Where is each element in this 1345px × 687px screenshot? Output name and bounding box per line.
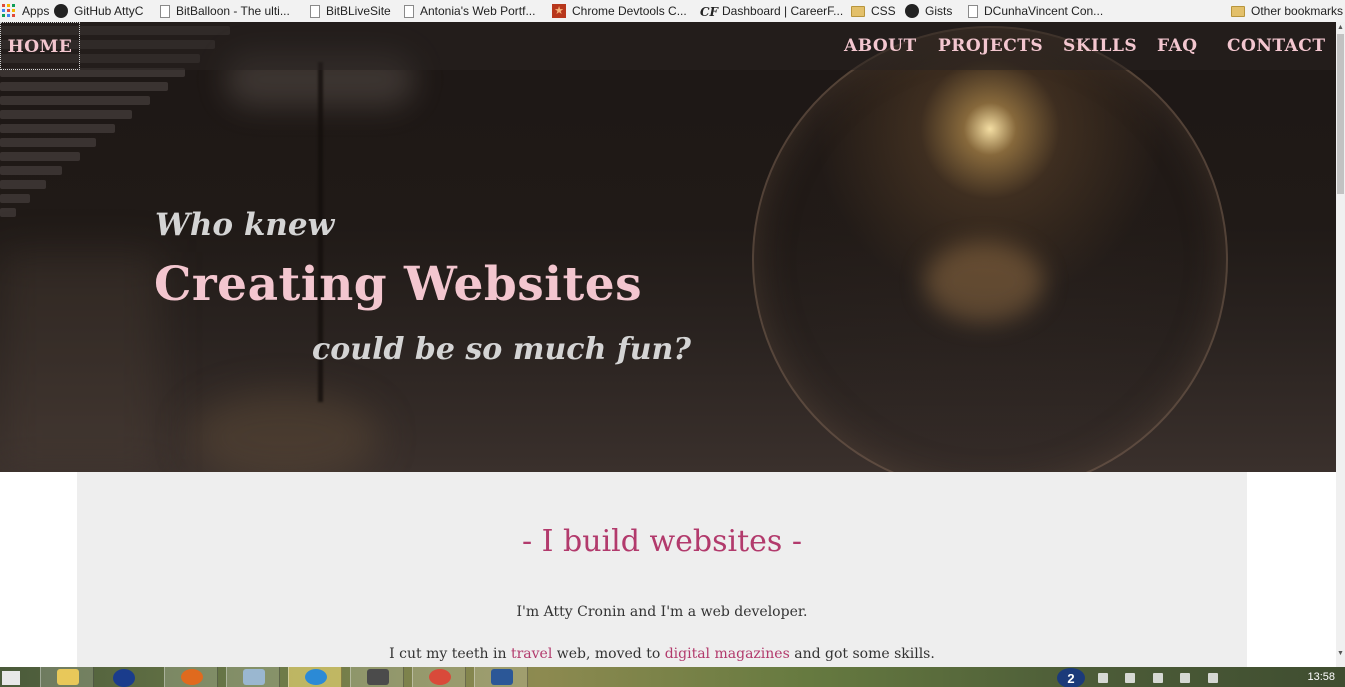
word-icon xyxy=(491,669,513,685)
windows-logo-icon xyxy=(2,671,20,685)
bookmark-dcunhavincent[interactable]: DCunhaVincent Con... xyxy=(968,0,1103,22)
taskbar-firefox[interactable] xyxy=(164,667,218,687)
bookmark-chrome-devtools[interactable]: ★ Chrome Devtools C... xyxy=(552,0,687,22)
bookmark-bitblivesite[interactable]: BitBLiveSite xyxy=(310,0,391,22)
app-icon xyxy=(243,669,265,685)
bookmark-label: Other bookmarks xyxy=(1251,4,1344,18)
taskbar-hp[interactable] xyxy=(101,667,155,687)
intro-text-part: and got some skills. xyxy=(789,646,935,662)
folder-icon xyxy=(851,5,865,17)
page-icon xyxy=(160,4,170,18)
page-icon xyxy=(404,4,414,18)
nav-projects[interactable]: PROJECTS xyxy=(938,22,1043,70)
taskbar-file-explorer[interactable] xyxy=(40,667,94,687)
star-icon: ★ xyxy=(552,4,566,18)
bookmark-apps[interactable]: Apps xyxy=(2,0,49,22)
scroll-up-arrow-icon[interactable]: ▲ xyxy=(1336,24,1345,32)
hero-banner: HOME ABOUT PROJECTS SKILLS FAQ CONTACT W… xyxy=(0,22,1336,472)
nav-about[interactable]: ABOUT xyxy=(844,22,917,70)
section-heading: - I build websites - xyxy=(521,524,803,559)
bookmark-label: BitBLiveSite xyxy=(326,4,391,18)
page-icon xyxy=(968,4,978,18)
intro-text: I'm Atty Cronin and I'm a web developer. xyxy=(516,604,808,620)
nav-home[interactable]: HOME xyxy=(0,22,80,70)
chrome-icon xyxy=(429,669,451,685)
tray-icon[interactable] xyxy=(1098,673,1108,683)
scroll-down-arrow-icon[interactable]: ▼ xyxy=(1336,650,1345,658)
taskbar-internet-explorer[interactable] xyxy=(288,667,342,687)
intro-text-part: web, moved to xyxy=(552,646,665,662)
bookmark-label: BitBalloon - The ulti... xyxy=(176,4,290,18)
taskbar-chrome[interactable] xyxy=(412,667,466,687)
sublime-text-icon xyxy=(367,669,389,685)
nav-skills[interactable]: SKILLS xyxy=(1063,22,1137,70)
bookmark-careerfoundry-dashboard[interactable]: CF Dashboard | CareerF... xyxy=(700,0,843,22)
tray-icon[interactable] xyxy=(1125,673,1136,683)
hero-background-blur xyxy=(190,392,380,472)
bookmark-antonias-portfolio[interactable]: Antonia's Web Portf... xyxy=(404,0,535,22)
scrollbar-thumb[interactable] xyxy=(1337,34,1344,194)
bookmarks-bar: Apps GitHub AttyC BitBalloon - The ulti.… xyxy=(0,0,1345,23)
github-icon xyxy=(54,4,68,18)
taskbar-app[interactable] xyxy=(226,667,280,687)
folder-icon xyxy=(57,669,79,685)
page-icon xyxy=(310,4,320,18)
bookmark-label: CSS xyxy=(871,4,896,18)
github-icon xyxy=(905,4,919,18)
bookmark-bitballoon[interactable]: BitBalloon - The ulti... xyxy=(160,0,290,22)
page-scrollbar[interactable]: ▲ ▼ xyxy=(1336,22,1345,667)
hero-title: Creating Websites xyxy=(154,257,643,312)
taskbar-sublime-text[interactable] xyxy=(350,667,404,687)
hero-tagline-bottom: could be so much fun? xyxy=(312,332,691,367)
bookmark-label: GitHub AttyC xyxy=(74,4,144,18)
nav-contact[interactable]: CONTACT xyxy=(1227,22,1325,70)
intro-paragraph: I cut my teeth in travel web, moved to d… xyxy=(77,646,1247,662)
help-badge-icon[interactable]: 2 xyxy=(1057,668,1085,687)
folder-icon xyxy=(1231,5,1245,17)
bookmark-label: Chrome Devtools C... xyxy=(572,4,687,18)
hp-logo-icon xyxy=(113,669,135,687)
volume-icon[interactable] xyxy=(1180,673,1191,683)
hero-tagline-top: Who knew xyxy=(155,207,335,243)
tray-icon[interactable] xyxy=(1152,673,1163,683)
bookmark-label: Antonia's Web Portf... xyxy=(420,4,536,18)
bookmark-label: DCunhaVincent Con... xyxy=(984,4,1104,18)
intro-text-part: I cut my teeth in xyxy=(389,646,511,662)
system-tray-icons[interactable] xyxy=(1098,670,1258,684)
bookmark-label: Gists xyxy=(925,4,953,18)
system-clock[interactable]: 13:58 xyxy=(1307,667,1335,687)
bookmark-other-bookmarks[interactable]: Other bookmarks xyxy=(1231,0,1343,22)
start-button[interactable] xyxy=(0,667,28,687)
bookmark-github-attyc[interactable]: GitHub AttyC xyxy=(54,0,143,22)
apps-grid-icon xyxy=(2,4,16,18)
taskbar-word[interactable] xyxy=(474,667,528,687)
firefox-icon xyxy=(181,669,203,685)
travel-link[interactable]: travel xyxy=(511,646,552,662)
nav-faq[interactable]: FAQ xyxy=(1157,22,1198,70)
hero-light-bulb-reflection xyxy=(924,242,1044,322)
internet-explorer-icon xyxy=(305,669,327,685)
bookmark-label: Apps xyxy=(22,4,50,18)
bookmark-label: Dashboard | CareerF... xyxy=(722,4,844,18)
windows-taskbar: 2 13:58 xyxy=(0,667,1345,687)
about-section: - I build websites - I'm Atty Cronin and… xyxy=(77,472,1247,667)
bookmark-folder-css[interactable]: CSS xyxy=(851,0,896,22)
digital-magazines-link[interactable]: digital magazines xyxy=(665,646,790,662)
hero-background-blur xyxy=(0,252,160,472)
careerfoundry-icon: CF xyxy=(700,5,719,19)
main-nav: HOME ABOUT PROJECTS SKILLS FAQ CONTACT xyxy=(0,22,1336,70)
bookmark-gists[interactable]: Gists xyxy=(905,0,952,22)
tray-icon[interactable] xyxy=(1207,673,1218,683)
